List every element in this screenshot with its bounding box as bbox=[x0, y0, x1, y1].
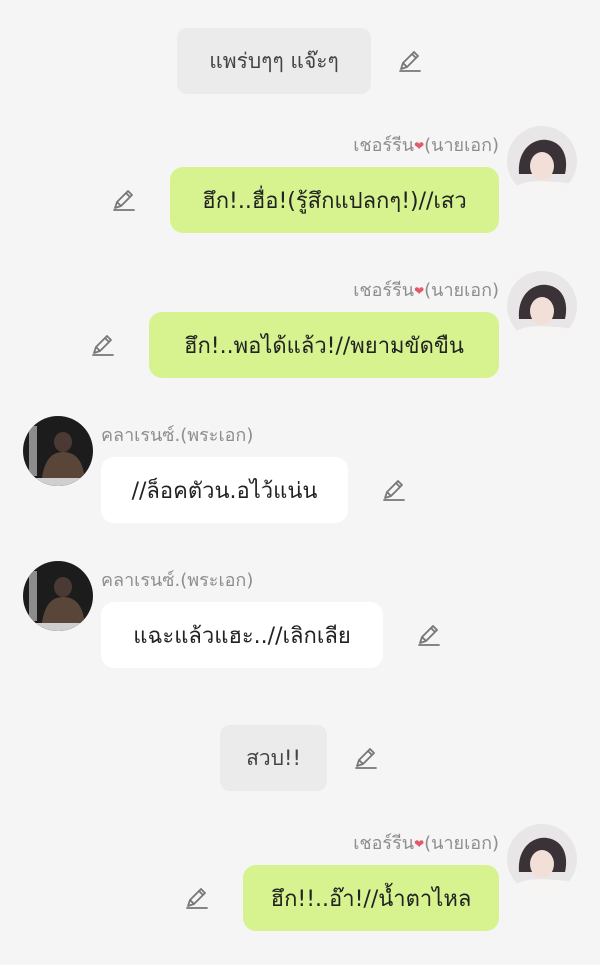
sender-role-text: (นายเอก) bbox=[424, 833, 499, 854]
heart-icon: ❤ bbox=[414, 837, 425, 851]
sender-role-text: (นายเอก) bbox=[424, 280, 499, 301]
narration-bubble: สวบ!! bbox=[220, 725, 327, 791]
message-bubble[interactable]: ฮึก!..พอได้แล้ว!//พยามขัดขืน bbox=[149, 312, 499, 378]
message-bubble[interactable]: ฮึก!..ฮื่อ!(รู้สึกแปลกๆ!)//เสว bbox=[170, 167, 499, 233]
edit-pencil-icon[interactable] bbox=[353, 745, 379, 771]
sender-name: เชอร์รีน❤(นายเอก) bbox=[353, 275, 499, 304]
sender-role-text: (นายเอก) bbox=[424, 135, 499, 156]
heart-icon: ❤ bbox=[414, 139, 425, 153]
message-text: ฮึก!..พอได้แล้ว!//พยามขัดขืน bbox=[184, 333, 464, 359]
edit-pencil-icon[interactable] bbox=[111, 187, 137, 213]
heart-icon: ❤ bbox=[414, 284, 425, 298]
edit-pencil-icon[interactable] bbox=[381, 477, 407, 503]
sender-name-text: เชอร์รีน bbox=[353, 135, 415, 156]
message-bubble[interactable]: ฮึก!!..อ๊า!//น้ำตาไหล bbox=[243, 865, 499, 931]
avatar[interactable] bbox=[23, 416, 93, 486]
edit-pencil-icon[interactable] bbox=[416, 622, 442, 648]
sender-name: คลาเรนซ์.(พระเอก) bbox=[101, 565, 253, 594]
avatar[interactable] bbox=[23, 561, 93, 631]
edit-pencil-icon[interactable] bbox=[397, 48, 423, 74]
message-text: //ล็อคตัวน.อไว้แน่น bbox=[131, 478, 318, 504]
sender-name: เชอร์รีน❤(นายเอก) bbox=[353, 130, 499, 159]
sender-name-text: เชอร์รีน bbox=[353, 280, 415, 301]
avatar[interactable] bbox=[507, 126, 577, 196]
sender-name: คลาเรนซ์.(พระเอก) bbox=[101, 420, 253, 449]
message-bubble[interactable]: แฉะแล้วแฮะ..//เลิกเลีย bbox=[101, 602, 383, 668]
message-text: ฮึก!!..อ๊า!//น้ำตาไหล bbox=[270, 886, 472, 912]
narration-bubble: แพร่บๆๆ แจ๊ะๆ bbox=[177, 28, 371, 94]
avatar[interactable] bbox=[507, 824, 577, 894]
narration-text: สวบ!! bbox=[246, 745, 301, 770]
message-text: ฮึก!..ฮื่อ!(รู้สึกแปลกๆ!)//เสว bbox=[202, 188, 467, 214]
message-text: แฉะแล้วแฮะ..//เลิกเลีย bbox=[133, 623, 351, 649]
edit-pencil-icon[interactable] bbox=[90, 332, 116, 358]
avatar[interactable] bbox=[507, 271, 577, 341]
sender-name-text: คลาเรนซ์.(พระเอก) bbox=[101, 425, 254, 446]
edit-pencil-icon[interactable] bbox=[184, 885, 210, 911]
message-bubble[interactable]: //ล็อคตัวน.อไว้แน่น bbox=[101, 457, 348, 523]
sender-name-text: เชอร์รีน bbox=[353, 833, 415, 854]
sender-name-text: คลาเรนซ์.(พระเอก) bbox=[101, 570, 254, 591]
narration-text: แพร่บๆๆ แจ๊ะๆ bbox=[209, 48, 339, 73]
sender-name: เชอร์รีน❤(นายเอก) bbox=[353, 828, 499, 857]
